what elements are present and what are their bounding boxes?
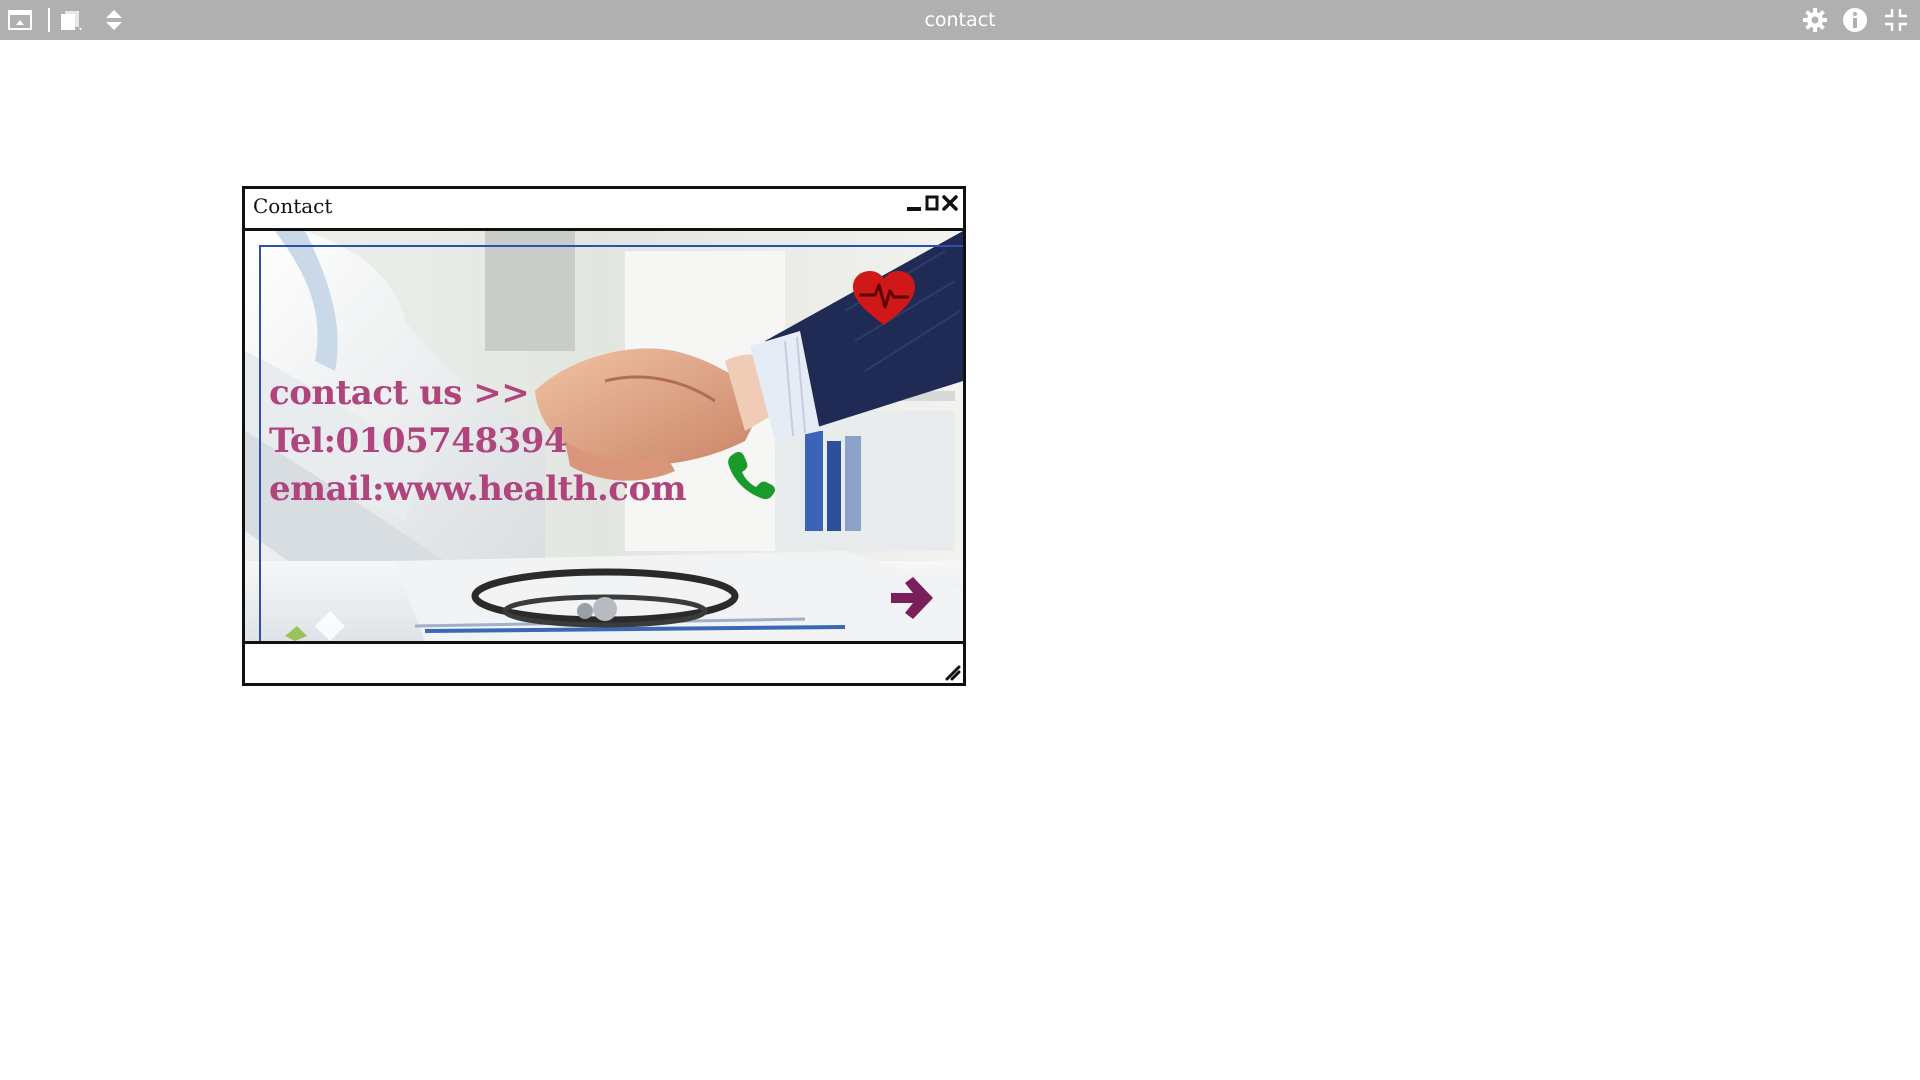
pages-menu-icon[interactable] xyxy=(58,6,86,34)
phone-number-text: Tel:0105748394 xyxy=(269,421,568,461)
next-arrow-icon[interactable] xyxy=(885,571,939,625)
minimize-icon[interactable] xyxy=(905,193,923,215)
heart-pulse-icon xyxy=(853,271,915,325)
window-title: Contact xyxy=(253,194,333,218)
window-titlebar[interactable]: Contact xyxy=(245,189,963,231)
panel-toggle-icon[interactable] xyxy=(6,6,34,34)
close-icon[interactable] xyxy=(941,193,959,215)
maximize-icon[interactable] xyxy=(923,193,941,215)
gear-icon[interactable] xyxy=(1801,6,1829,34)
viewer-toolbar: contact xyxy=(0,0,1920,40)
window-statusbar xyxy=(245,641,963,683)
info-icon[interactable] xyxy=(1841,6,1869,34)
contact-window: Contact contact us >> Tel:0105748394 ema… xyxy=(242,186,966,686)
page-navigate-icon[interactable] xyxy=(100,6,128,34)
email-text: email:www.health.com xyxy=(269,469,687,509)
contact-panel: contact us >> Tel:0105748394 email:www.h… xyxy=(245,231,963,641)
resize-grip-icon[interactable] xyxy=(943,663,961,681)
page-title: contact xyxy=(924,9,996,31)
toolbar-separator xyxy=(48,8,50,32)
contact-us-link[interactable]: contact us >> xyxy=(269,373,530,413)
exit-fullscreen-icon[interactable] xyxy=(1882,6,1910,34)
phone-icon[interactable] xyxy=(725,449,777,501)
